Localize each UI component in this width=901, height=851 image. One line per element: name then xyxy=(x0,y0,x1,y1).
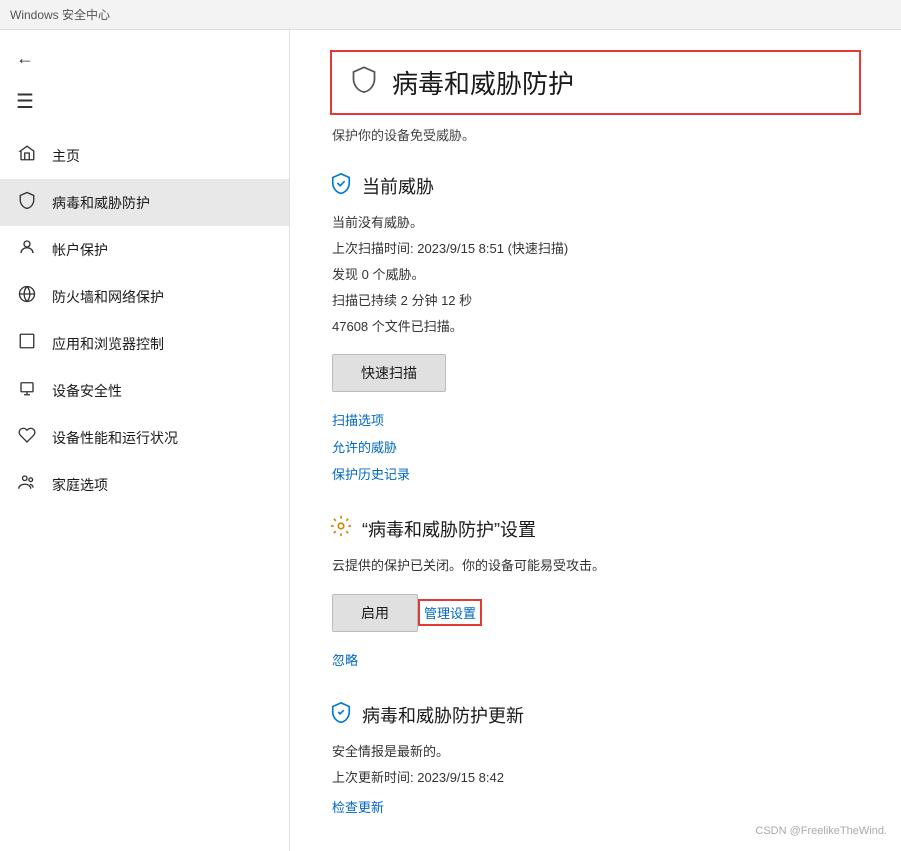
sidebar-item-label-firewall: 防火墙和网络保护 xyxy=(52,287,164,307)
sidebar-item-label-performance: 设备性能和运行状况 xyxy=(52,428,178,448)
title-bar-label: Windows 安全中心 xyxy=(10,8,110,22)
link-allowed-threats[interactable]: 允许的威胁 xyxy=(332,437,861,456)
section-body-virus-settings: 云提供的保护已关闭。你的设备可能易受攻击。启用管理设置忽略 xyxy=(330,555,861,668)
section-header-virus-settings: “病毒和威胁防护”设置 xyxy=(330,515,861,543)
current-threats-line-4: 47608 个文件已扫描。 xyxy=(332,316,861,338)
virus-settings-section-icon xyxy=(330,515,352,543)
page-header: 病毒和威胁防护 xyxy=(330,50,861,115)
page-header-icon xyxy=(350,65,378,100)
current-threats-line-2: 发现 0 个威胁。 xyxy=(332,264,861,286)
back-button[interactable]: ← xyxy=(0,38,289,79)
main-inner: 病毒和威胁防护 保护你的设备免受威胁。 当前威胁当前没有威胁。上次扫描时间: 2… xyxy=(290,30,901,851)
manage-settings-link[interactable]: 管理设置 xyxy=(418,599,482,626)
sidebar-item-app[interactable]: 应用和浏览器控制 xyxy=(0,320,289,367)
check-update-link[interactable]: 检查更新 xyxy=(332,797,861,816)
sidebar-item-device[interactable]: 设备安全性 xyxy=(0,367,289,414)
link-ignore[interactable]: 忽略 xyxy=(332,650,861,669)
sidebar-item-firewall[interactable]: 防火墙和网络保护 xyxy=(0,273,289,320)
current-threats-line-3: 扫描已持续 2 分钟 12 秒 xyxy=(332,290,861,312)
sections-container: 当前威胁当前没有威胁。上次扫描时间: 2023/9/15 8:51 (快速扫描)… xyxy=(330,172,861,816)
section-title-current-threats: 当前威胁 xyxy=(362,173,434,199)
section-header-virus-update: 病毒和威胁防护更新 xyxy=(330,701,861,729)
sidebar-item-virus[interactable]: 病毒和威胁防护 xyxy=(0,179,289,226)
sidebar-item-label-app: 应用和浏览器控制 xyxy=(52,334,164,354)
page-subtitle: 保护你的设备免受威胁。 xyxy=(330,125,861,144)
virus-settings-button[interactable]: 启用 xyxy=(332,594,418,632)
link-scan-options[interactable]: 扫描选项 xyxy=(332,410,861,429)
home-icon xyxy=(16,144,38,167)
virus-settings-line-0: 云提供的保护已关闭。你的设备可能易受攻击。 xyxy=(332,555,861,577)
firewall-icon xyxy=(16,285,38,308)
page-title: 病毒和威胁防护 xyxy=(392,64,574,101)
section-body-virus-update: 安全情报是最新的。上次更新时间: 2023/9/15 8:42 检查更新 xyxy=(330,741,861,816)
hamburger-icon: ☰ xyxy=(16,91,34,113)
family-icon xyxy=(16,473,38,496)
section-current-threats: 当前威胁当前没有威胁。上次扫描时间: 2023/9/15 8:51 (快速扫描)… xyxy=(330,172,861,483)
sidebar-items-list: 主页病毒和威胁防护帐户保护防火墙和网络保护应用和浏览器控制设备安全性设备性能和运… xyxy=(0,132,289,508)
virus-update-line-1: 上次更新时间: 2023/9/15 8:42 xyxy=(332,767,861,789)
sidebar-item-family[interactable]: 家庭选项 xyxy=(0,461,289,508)
current-threats-section-icon xyxy=(330,172,352,200)
virus-update-section-icon xyxy=(330,701,352,729)
sidebar-item-label-virus: 病毒和威胁防护 xyxy=(52,193,150,213)
performance-icon xyxy=(16,426,38,449)
device-icon xyxy=(16,379,38,402)
section-title-virus-update: 病毒和威胁防护更新 xyxy=(362,702,524,728)
section-title-virus-settings: “病毒和威胁防护”设置 xyxy=(362,516,536,542)
sidebar-item-account[interactable]: 帐户保护 xyxy=(0,226,289,273)
section-virus-update: 病毒和威胁防护更新安全情报是最新的。上次更新时间: 2023/9/15 8:42… xyxy=(330,701,861,816)
app-container: ← ☰ 主页病毒和威胁防护帐户保护防火墙和网络保护应用和浏览器控制设备安全性设备… xyxy=(0,30,901,851)
link-protection-history[interactable]: 保护历史记录 xyxy=(332,464,861,483)
current-threats-button[interactable]: 快速扫描 xyxy=(332,354,446,392)
back-icon: ← xyxy=(16,48,34,68)
app-icon xyxy=(16,332,38,355)
sidebar: ← ☰ 主页病毒和威胁防护帐户保护防火墙和网络保护应用和浏览器控制设备安全性设备… xyxy=(0,30,290,851)
sidebar-item-label-account: 帐户保护 xyxy=(52,240,108,260)
menu-icon[interactable]: ☰ xyxy=(0,79,289,124)
virus-icon xyxy=(16,191,38,214)
sidebar-item-label-family: 家庭选项 xyxy=(52,475,108,495)
current-threats-line-1: 上次扫描时间: 2023/9/15 8:51 (快速扫描) xyxy=(332,238,861,260)
main-content: 病毒和威胁防护 保护你的设备免受威胁。 当前威胁当前没有威胁。上次扫描时间: 2… xyxy=(290,30,901,851)
account-icon xyxy=(16,238,38,261)
section-body-current-threats: 当前没有威胁。上次扫描时间: 2023/9/15 8:51 (快速扫描) 发现 0… xyxy=(330,212,861,483)
sidebar-item-performance[interactable]: 设备性能和运行状况 xyxy=(0,414,289,461)
current-threats-line-0: 当前没有威胁。 xyxy=(332,212,861,234)
virus-update-line-0: 安全情报是最新的。 xyxy=(332,741,861,763)
watermark: CSDN @FreelikeTheWind. xyxy=(755,825,887,837)
section-virus-settings: “病毒和威胁防护”设置云提供的保护已关闭。你的设备可能易受攻击。启用管理设置忽略 xyxy=(330,515,861,668)
title-bar: Windows 安全中心 xyxy=(0,0,901,30)
section-header-current-threats: 当前威胁 xyxy=(330,172,861,200)
sidebar-item-label-device: 设备安全性 xyxy=(52,381,122,401)
sidebar-item-label-home: 主页 xyxy=(52,146,80,166)
sidebar-item-home[interactable]: 主页 xyxy=(0,132,289,179)
